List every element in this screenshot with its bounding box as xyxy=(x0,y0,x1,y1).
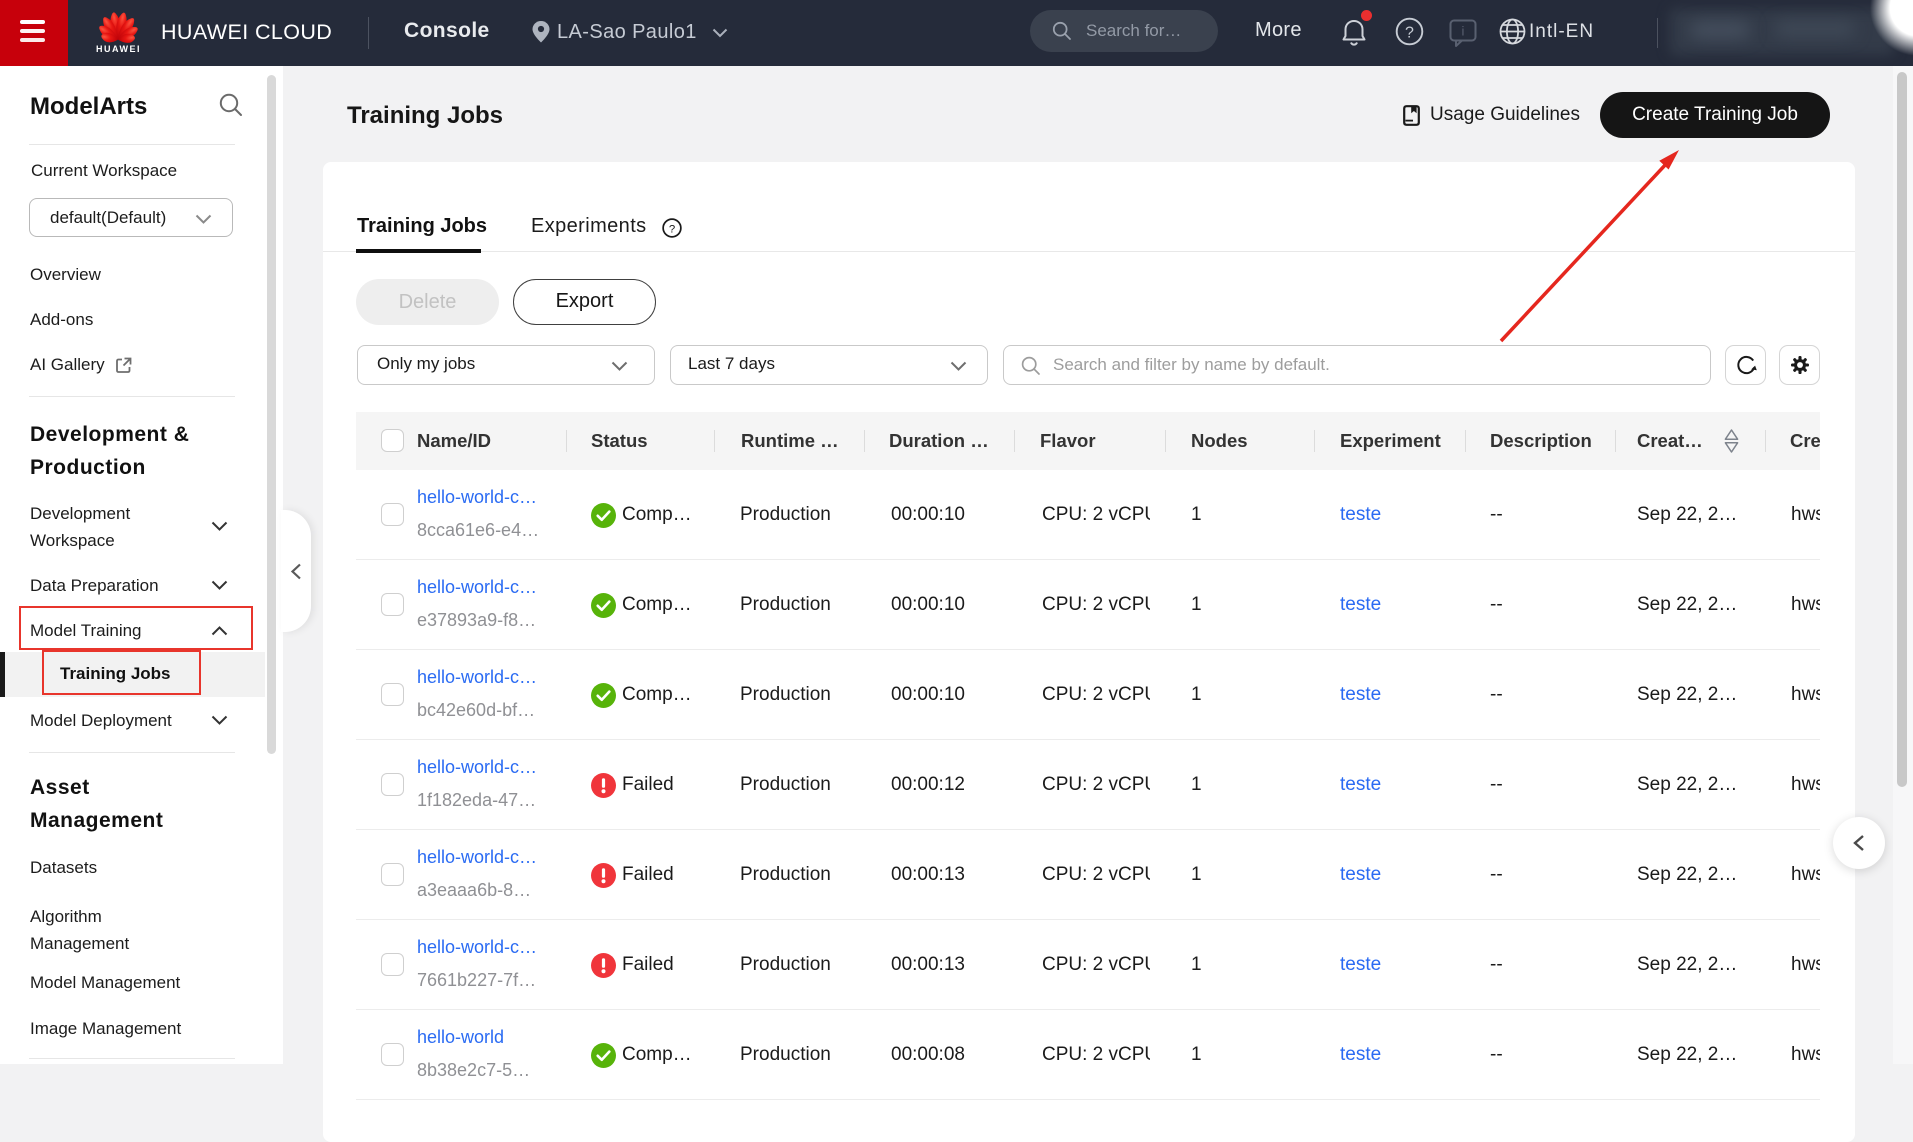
svg-text:?: ? xyxy=(669,223,675,235)
svg-text:i: i xyxy=(1462,24,1465,39)
svg-text:?: ? xyxy=(1405,24,1414,41)
